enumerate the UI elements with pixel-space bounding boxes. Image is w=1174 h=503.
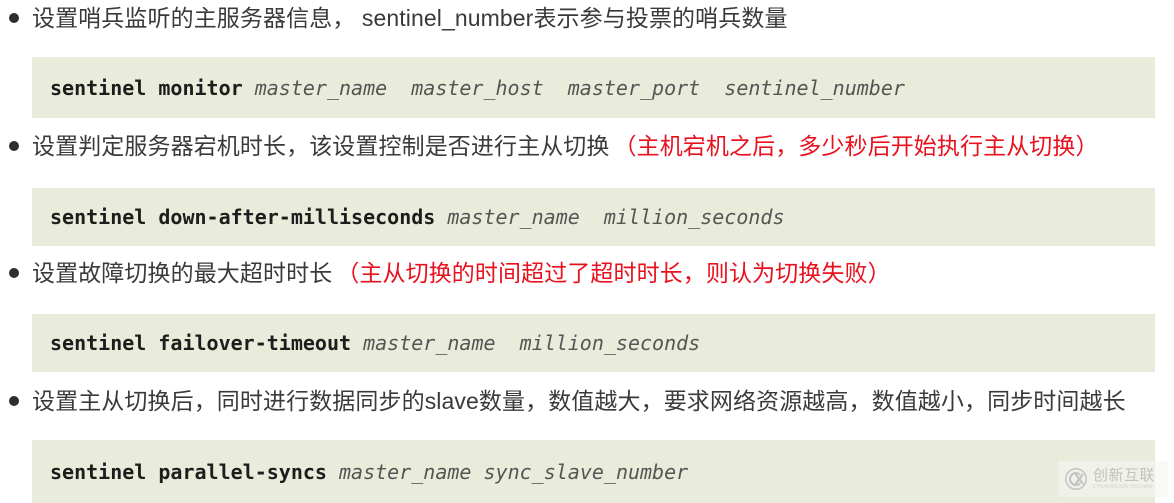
code-args-3: master_name million_seconds (351, 331, 701, 355)
code-args-1: master_name master_host master_port sent… (242, 75, 905, 100)
bullet-item-2: 设置判定服务器宕机时长，该设置控制是否进行主从切换 （主机宕机之后，多少秒后开始执… (0, 130, 1099, 162)
code-block-4: sentinel parallel-syncs master_name sync… (32, 440, 1155, 503)
code-args-2: master_name million_seconds (435, 205, 785, 229)
brand-logo-icon (1064, 467, 1088, 491)
bullet-marker-icon (9, 268, 19, 278)
watermark-text: 创新互联 CHUANGXIN HULIAN (1093, 468, 1155, 490)
code-block-3: sentinel failover-timeout master_name mi… (32, 314, 1155, 372)
code-block-2: sentinel down-after-milliseconds master_… (32, 188, 1155, 246)
bullet-item-1: 设置哨兵监听的主服务器信息， sentinel_number表示参与投票的哨兵数… (0, 2, 792, 34)
bullet-text-3: 设置故障切换的最大超时时长 （主从切换的时间超过了超时时长，则认为切换失败） (32, 257, 891, 289)
bullet-marker-icon (9, 396, 19, 406)
bullet-text-2: 设置判定服务器宕机时长，该设置控制是否进行主从切换 （主机宕机之后，多少秒后开始执… (32, 130, 1099, 162)
bullet-marker-icon (9, 13, 19, 23)
code-block-1: sentinel monitor master_name master_host… (32, 57, 1155, 118)
bullet-note-text-3: （主从切换的时间超过了超时时长，则认为切换失败） (336, 260, 891, 286)
bullet-text-1: 设置哨兵监听的主服务器信息， sentinel_number表示参与投票的哨兵数… (32, 2, 792, 34)
code-args-4: master_name sync_slave_number (326, 459, 689, 484)
bullet-main-text-1: 设置哨兵监听的主服务器信息， sentinel_number表示参与投票的哨兵数… (32, 5, 788, 31)
code-command-2: sentinel down-after-milliseconds (50, 205, 436, 229)
bullet-main-text-2: 设置判定服务器宕机时长，该设置控制是否进行主从切换 (32, 133, 610, 159)
bullet-main-text-4: 设置主从切换后，同时进行数据同步的slave数量，数值越大，要求网络资源越高，数… (32, 388, 1126, 414)
bullet-item-3: 设置故障切换的最大超时时长 （主从切换的时间超过了超时时长，则认为切换失败） (0, 257, 891, 289)
watermark-brand-cn: 创新互联 (1093, 466, 1156, 484)
bullet-text-4: 设置主从切换后，同时进行数据同步的slave数量，数值越大，要求网络资源越高，数… (32, 385, 1130, 417)
code-line-3: sentinel failover-timeout master_name mi… (32, 331, 700, 355)
code-line-4: sentinel parallel-syncs master_name sync… (32, 460, 688, 484)
bullet-main-text-3: 设置故障切换的最大超时时长 (32, 260, 333, 286)
bullet-marker-icon (9, 141, 19, 151)
code-command-1: sentinel monitor (50, 75, 243, 100)
bullet-note-text-2: （主机宕机之后，多少秒后开始执行主从切换） (613, 133, 1099, 159)
watermark-brand-en: CHUANGXIN HULIAN (1093, 484, 1153, 490)
watermark: 创新互联 CHUANGXIN HULIAN (1058, 461, 1168, 497)
code-command-3: sentinel failover-timeout (50, 331, 352, 355)
code-command-4: sentinel parallel-syncs (50, 459, 327, 484)
code-line-1: sentinel monitor master_name master_host… (32, 76, 905, 100)
bullet-item-4: 设置主从切换后，同时进行数据同步的slave数量，数值越大，要求网络资源越高，数… (0, 385, 1130, 417)
code-line-2: sentinel down-after-milliseconds master_… (32, 205, 785, 229)
document-page: 设置哨兵监听的主服务器信息， sentinel_number表示参与投票的哨兵数… (0, 0, 1174, 503)
